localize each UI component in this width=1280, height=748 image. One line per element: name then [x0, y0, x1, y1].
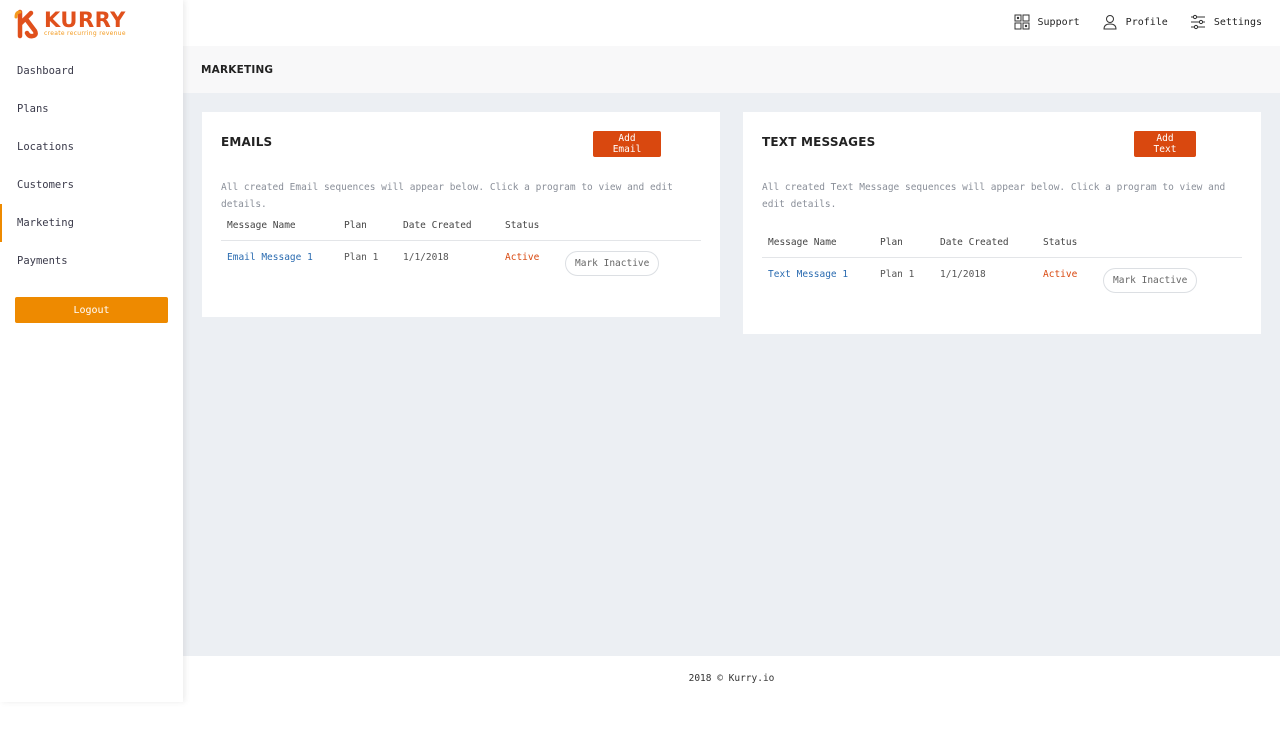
table-row: Text Message 1 Plan 1 1/1/2018 Active Ma…	[762, 258, 1242, 303]
brand-tagline: create recurring revenue	[44, 30, 126, 37]
sidebar-nav: Dashboard Plans Locations Customers Mark…	[0, 52, 183, 280]
add-text-button[interactable]: Add Text	[1134, 131, 1196, 157]
text-messages-table: Message Name Plan Date Created Status Te…	[762, 227, 1242, 303]
table-header: Message Name Plan Date Created Status	[762, 227, 1242, 258]
sidebar-item-plans[interactable]: Plans	[0, 90, 183, 128]
sidebar-item-customers[interactable]: Customers	[0, 166, 183, 204]
logout-button[interactable]: Logout	[15, 297, 168, 323]
settings-link[interactable]: Settings	[1190, 14, 1262, 30]
column-header-plan: Plan	[344, 219, 367, 231]
text-messages-title: TEXT MESSAGES	[762, 135, 876, 149]
message-name-link[interactable]: Text Message 1	[762, 269, 880, 280]
kurry-logo[interactable]: KURRY create recurring revenue	[14, 9, 126, 39]
mark-inactive-button[interactable]: Mark Inactive	[565, 251, 660, 276]
emails-card: EMAILS Add Email All created Email seque…	[202, 112, 720, 317]
plan-cell: Plan 1	[344, 252, 379, 263]
sidebar-item-locations[interactable]: Locations	[0, 128, 183, 166]
column-header-plan: Plan	[880, 236, 903, 248]
plan-cell: Plan 1	[880, 269, 915, 280]
column-header-message-name: Message Name	[768, 236, 837, 248]
sidebar-item-dashboard[interactable]: Dashboard	[0, 52, 183, 90]
column-header-date-created: Date Created	[940, 236, 1009, 248]
status-badge: Active	[505, 252, 540, 263]
column-header-date-created: Date Created	[403, 219, 472, 231]
table-row: Email Message 1 Plan 1 1/1/2018 Active M…	[221, 241, 701, 286]
brand-name: KURRY	[44, 8, 126, 32]
profile-icon	[1103, 15, 1117, 30]
page-title: MARKETING	[201, 64, 274, 76]
main-content: EMAILS Add Email All created Email seque…	[183, 93, 1280, 656]
text-messages-card: TEXT MESSAGES Add Text All created Text …	[743, 112, 1261, 334]
top-bar: Support Profile Settings	[183, 0, 1280, 46]
status-badge: Active	[1043, 269, 1078, 280]
mark-inactive-button[interactable]: Mark Inactive	[1103, 268, 1198, 293]
message-name-link[interactable]: Email Message 1	[221, 252, 344, 263]
emails-description: All created Email sequences will appear …	[221, 182, 673, 210]
profile-label: Profile	[1125, 16, 1168, 28]
profile-link[interactable]: Profile	[1102, 14, 1168, 30]
settings-label: Settings	[1213, 16, 1262, 28]
column-header-status: Status	[1043, 236, 1078, 248]
add-email-button[interactable]: Add Email	[593, 131, 661, 157]
column-header-status: Status	[505, 219, 540, 231]
support-label: Support	[1037, 16, 1080, 28]
sidebar-item-marketing[interactable]: Marketing	[0, 204, 183, 242]
text-messages-description: All created Text Message sequences will …	[762, 182, 1226, 210]
kurry-logo-icon	[14, 9, 38, 39]
sidebar: KURRY create recurring revenue Dashboard…	[0, 0, 183, 702]
footer: 2018 © Kurry.io	[183, 656, 1280, 702]
footer-copyright: 2018 © Kurry.io	[688, 673, 775, 684]
support-link[interactable]: Support	[1014, 14, 1080, 30]
emails-title: EMAILS	[221, 135, 273, 149]
date-created-cell: 1/1/2018	[403, 252, 449, 263]
table-header: Message Name Plan Date Created Status	[221, 210, 701, 241]
support-icon	[1014, 14, 1030, 30]
page-header: MARKETING	[183, 46, 1280, 93]
sidebar-item-payments[interactable]: Payments	[0, 242, 183, 280]
emails-table: Message Name Plan Date Created Status Em…	[221, 210, 701, 286]
settings-icon	[1190, 14, 1205, 30]
column-header-message-name: Message Name	[227, 219, 296, 231]
date-created-cell: 1/1/2018	[940, 269, 986, 280]
